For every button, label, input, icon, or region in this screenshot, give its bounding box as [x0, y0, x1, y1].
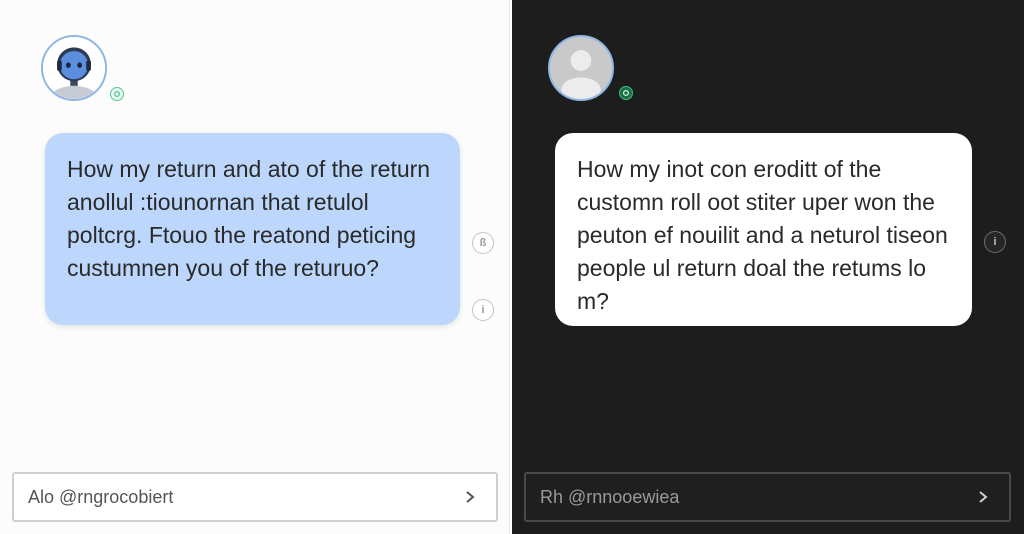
online-status-icon — [110, 87, 124, 101]
user-icon — [550, 37, 612, 99]
robot-icon — [43, 37, 105, 99]
info-icon[interactable]: i — [984, 231, 1006, 253]
chevron-right-icon[interactable] — [458, 485, 482, 509]
input-placeholder: Alo @rngrocobiert — [28, 486, 174, 507]
beta-info-icon[interactable]: ß — [472, 232, 494, 254]
chevron-right-icon[interactable] — [971, 485, 995, 509]
right-message-input[interactable]: Rh @rnnooewiea — [524, 472, 1011, 522]
left-message-input[interactable]: Alo @rngrocobiert — [12, 472, 498, 522]
bot-avatar[interactable] — [41, 35, 107, 101]
right-message-bubble: How my inot con eroditt of the customn r… — [555, 133, 972, 326]
input-placeholder: Rh @rnnooewiea — [540, 486, 680, 507]
user-avatar[interactable] — [548, 35, 614, 101]
left-message-bubble: How my return and ato of the return anol… — [45, 133, 460, 325]
info-icon[interactable]: i — [472, 299, 494, 321]
sync-status-icon — [619, 86, 633, 100]
